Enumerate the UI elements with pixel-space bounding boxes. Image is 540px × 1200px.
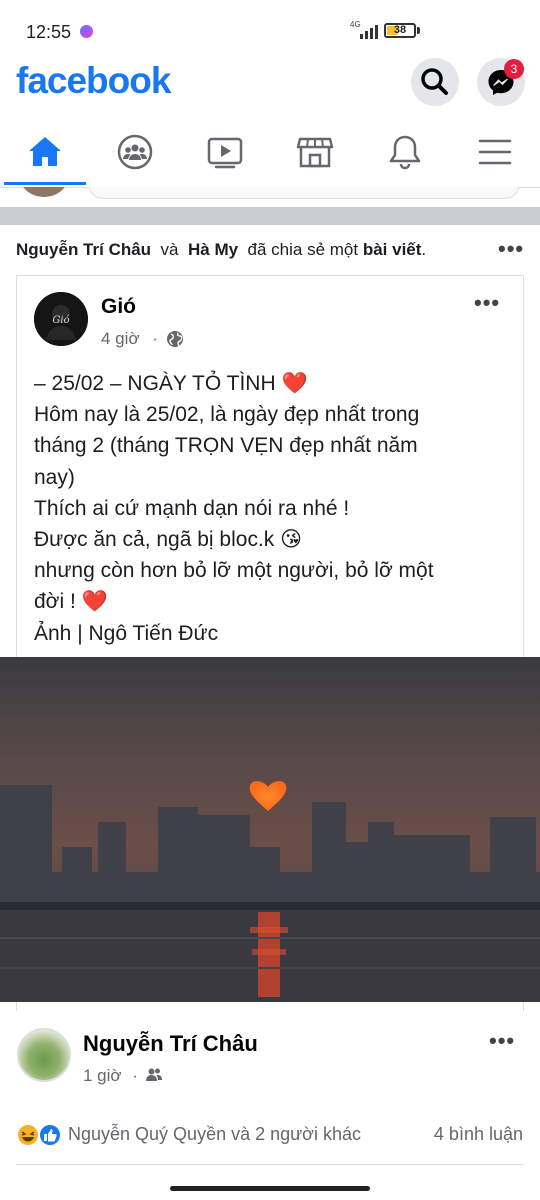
groups-icon	[117, 134, 153, 170]
share-conjunction: và	[160, 240, 179, 259]
menu-icon	[478, 139, 512, 165]
share-period: .	[421, 240, 427, 259]
comment-box[interactable]	[88, 187, 520, 199]
sharer-row: Nguyễn Trí Châu 1 giờ · •••	[0, 1011, 540, 1101]
facebook-logo[interactable]: facebook	[16, 60, 171, 102]
divider	[16, 1164, 524, 1165]
active-tab-indicator	[4, 182, 86, 185]
home-icon	[29, 137, 61, 166]
avatar	[20, 187, 68, 197]
post-text-line: nhưng còn hơn bỏ lỡ một người, bỏ lỡ một	[34, 559, 434, 583]
globe-icon	[167, 331, 183, 347]
signal-icon	[358, 23, 378, 39]
post-text-line: Thích ai cứ mạnh dạn nói ra nhé !	[34, 496, 350, 520]
author-avatar[interactable]: Gió	[34, 292, 88, 346]
sharer-time: 1 giờ ·	[83, 1066, 138, 1086]
previous-post-edge	[0, 187, 540, 207]
post-options-button[interactable]: •••	[474, 290, 500, 316]
tab-menu[interactable]	[450, 121, 540, 183]
avatar[interactable]	[17, 1028, 71, 1082]
battery-icon: 38	[384, 23, 416, 38]
avatar-logo-text: Gió	[52, 315, 69, 326]
bell-icon	[389, 135, 421, 170]
shared-post-link[interactable]: bài viết	[363, 240, 422, 259]
haha-reaction-icon	[16, 1123, 40, 1147]
tab-bar	[0, 121, 540, 188]
reaction-icons[interactable]	[16, 1122, 66, 1148]
sharer-time-text[interactable]: 1 giờ	[83, 1066, 122, 1085]
post-text-line: Hôm nay là 25/02, là ngày đẹp nhất trong	[34, 403, 420, 427]
post-photo[interactable]	[0, 657, 540, 1002]
share-attribution: Nguyễn Trí Châu và Hà My đã chia sẻ một …	[16, 240, 426, 260]
post-text-line: Được ăn cả, ngã bị bloc.k 😘	[34, 528, 303, 552]
sharer-name-2[interactable]: Hà My	[188, 240, 238, 259]
share-action: đã chia sẻ một	[247, 240, 359, 259]
share-options-button[interactable]: •••	[498, 236, 524, 262]
heart-sun	[249, 781, 287, 811]
post-text-line: nay)	[34, 465, 75, 489]
tab-video[interactable]	[180, 121, 270, 183]
reaction-summary[interactable]: Nguyễn Quý Quyền và 2 người khác	[68, 1124, 361, 1145]
friends-audience-icon	[146, 1068, 162, 1081]
sharer-options-button[interactable]: •••	[489, 1028, 515, 1054]
status-time: 12:55	[26, 22, 72, 42]
sharer-name[interactable]: Nguyễn Trí Châu	[83, 1031, 258, 1057]
tab-groups[interactable]	[90, 121, 180, 183]
tab-notifications[interactable]	[360, 121, 450, 183]
tab-marketplace[interactable]	[270, 121, 360, 183]
post-author-name[interactable]: Gió	[101, 295, 136, 319]
post-time-text[interactable]: 4 giờ	[101, 329, 140, 348]
separator-dot: ·	[132, 1066, 138, 1085]
like-reaction-icon	[38, 1123, 62, 1147]
post-text-line: tháng 2 (tháng TRỌN VẸN đẹp nhất năm	[34, 434, 418, 458]
post-text-line: Ảnh | Ngô Tiến Đức	[34, 621, 219, 645]
skyline-photo	[0, 781, 540, 1002]
feed-divider	[0, 207, 540, 225]
messenger-badge: 3	[504, 59, 524, 79]
marketplace-icon	[296, 137, 334, 168]
video-icon	[207, 137, 243, 169]
messenger-notification-icon	[80, 25, 93, 38]
search-icon	[421, 68, 448, 95]
battery-level: 38	[393, 24, 407, 36]
separator-dot: ·	[152, 329, 158, 348]
status-bar: 12:55 4G 38	[0, 0, 540, 58]
post-body: – 25/02 – NGÀY TỎ TÌNH ❤️ Hôm nay là 25/…	[34, 368, 504, 649]
app-header: facebook	[0, 58, 540, 114]
post-text-line: đời ! ❤️	[34, 590, 108, 614]
home-indicator[interactable]	[170, 1186, 370, 1191]
sharer-name-1[interactable]: Nguyễn Trí Châu	[16, 240, 151, 259]
tab-home[interactable]	[0, 121, 90, 183]
comment-count[interactable]: 4 bình luận	[434, 1124, 523, 1145]
post-time: 4 giờ ·	[101, 329, 158, 349]
search-button[interactable]	[411, 58, 459, 106]
post-text-line: – 25/02 – NGÀY TỎ TÌNH ❤️	[34, 372, 308, 395]
